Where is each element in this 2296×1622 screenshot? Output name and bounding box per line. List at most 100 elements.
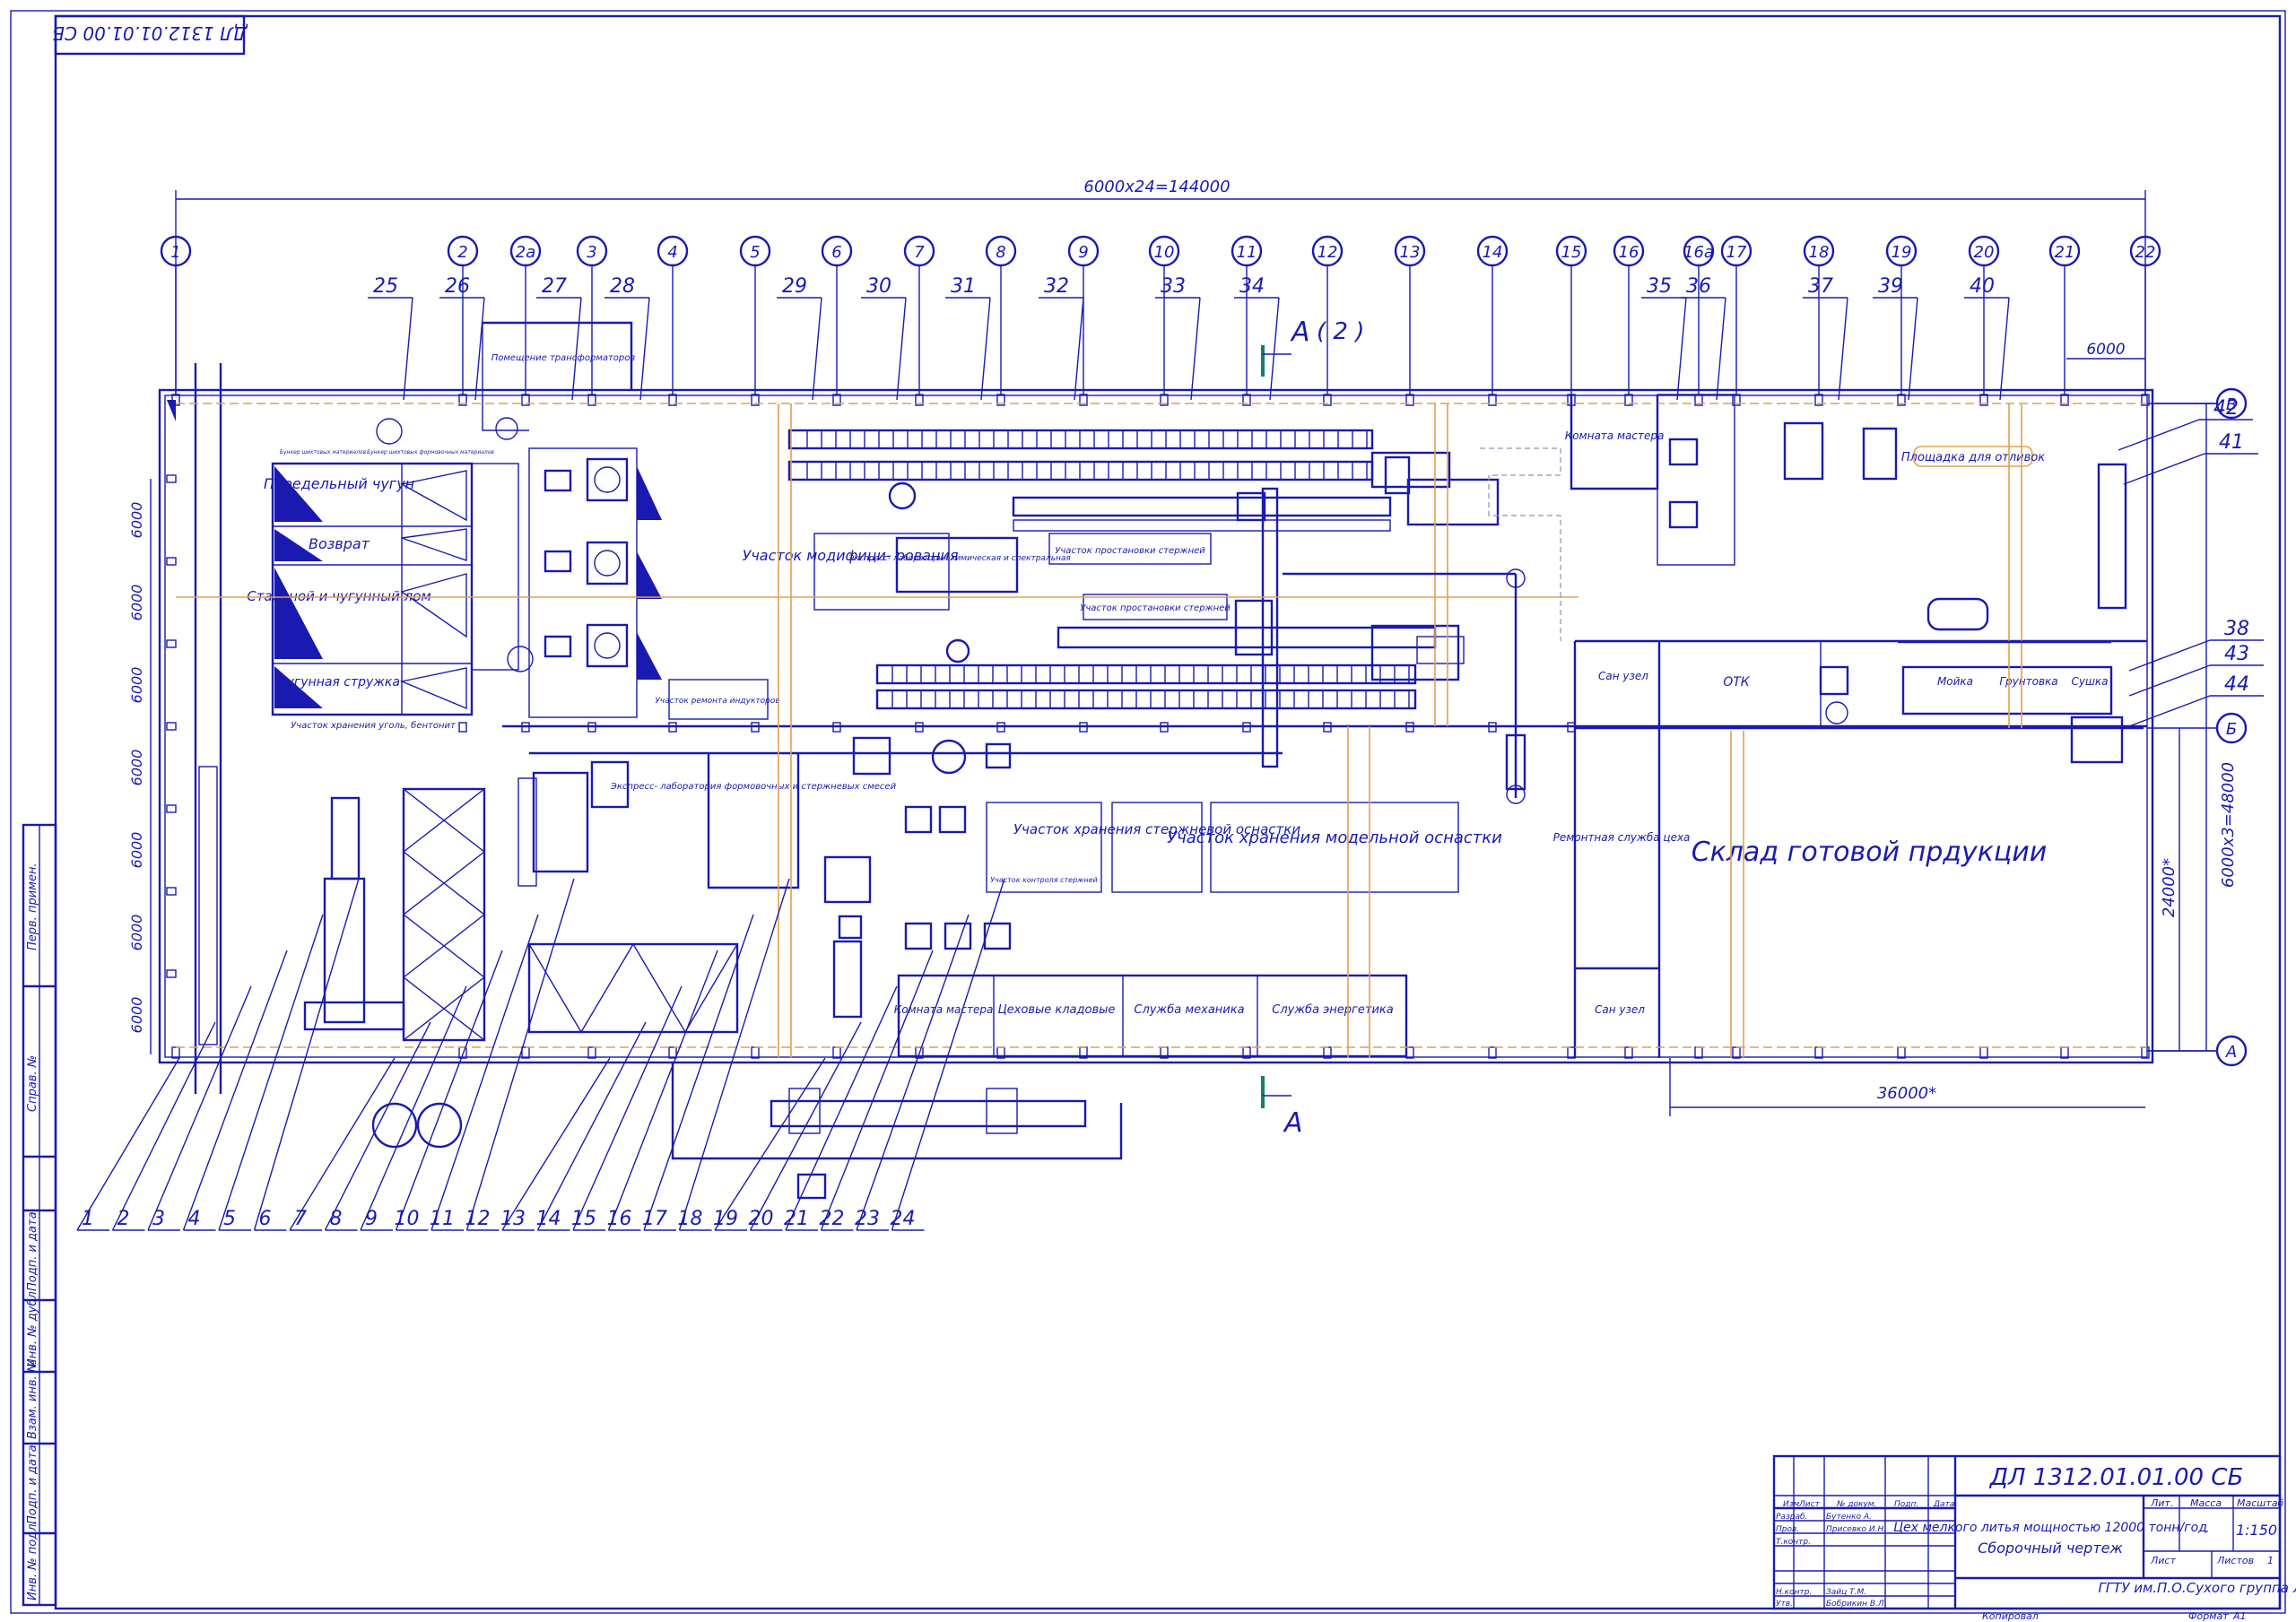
transformer-label: Помещение трансформаторов xyxy=(491,353,636,363)
axis-bubble: 2а xyxy=(509,235,542,395)
callout: 24 xyxy=(891,878,1005,1231)
callout: 29 xyxy=(777,275,822,401)
tb-copied: Копировал xyxy=(1982,1610,2039,1622)
tb-format-val: А1 xyxy=(2232,1610,2247,1622)
building-walls xyxy=(158,321,2154,1064)
axis-bubble: 12 xyxy=(1311,235,1344,395)
callout-number: 31 xyxy=(951,275,976,298)
axis-bubble: 3 xyxy=(576,235,608,395)
callout-number: 24 xyxy=(891,1208,916,1230)
axis-bubble: 16а xyxy=(1683,235,1715,395)
sidebar-label: Справ. № xyxy=(26,1055,39,1112)
axis-label: А xyxy=(2225,1043,2237,1062)
pattern-storage-label: Участок хранения модельной оснастки xyxy=(1167,828,1502,847)
callout: 13 xyxy=(500,1057,611,1231)
axis-bubble: 9 xyxy=(1067,235,1100,395)
repair-service-label: Ремонтная служба цеха xyxy=(1553,831,1691,844)
left-dim: 6000 xyxy=(128,997,145,1034)
callout: 30 xyxy=(861,275,907,401)
callout-number: 10 xyxy=(395,1208,420,1230)
dim-24000: 24000* xyxy=(2160,858,2179,917)
cut-sheet-ref: ( 2 ) xyxy=(1317,318,1364,345)
axis-bubble: 14 xyxy=(1476,235,1509,395)
tb-role: Пров. xyxy=(1776,1525,1799,1534)
sand-lab-label: Экспресс- лаборатория формовочных и стер… xyxy=(610,781,897,792)
tb-role: Разраб. xyxy=(1776,1513,1807,1522)
callout-number: 41 xyxy=(2219,431,2244,454)
callout-number: 5 xyxy=(223,1208,236,1230)
axis-label: 7 xyxy=(914,243,925,262)
callout: 1 xyxy=(76,1057,180,1231)
callout-number: 28 xyxy=(610,275,635,298)
tb-format: Формат xyxy=(2188,1610,2229,1622)
priming-label: Грунтовка xyxy=(1999,675,2057,688)
left-dimensions: 6000 6000 6000 6000 6000 6000 6000 xyxy=(128,479,152,1054)
san-label-2: Сан узел xyxy=(1595,1003,1645,1016)
callout-number: 3 xyxy=(152,1208,165,1230)
left-dim: 6000 xyxy=(128,585,145,621)
callout: 15 xyxy=(571,985,683,1231)
axis-bubble: 18 xyxy=(1803,235,1835,395)
bay-dim-text: 6000 xyxy=(2086,341,2125,359)
axis-bubble: 17 xyxy=(1720,235,1752,395)
axis-bubbles: 1 2 2а 3 4 5 6 7 8 9 10 11 12 13 14 15 16 16а 17 18 19 20 21 22… xyxy=(160,235,2248,1067)
axis-label: 4 xyxy=(667,243,677,262)
callout-number: 13 xyxy=(500,1208,526,1230)
axis-bubble: 13 xyxy=(1394,235,1426,395)
callout-number: 27 xyxy=(542,275,567,298)
callout-number: 35 xyxy=(1647,275,1672,298)
callout: 23 xyxy=(855,914,970,1231)
callout-number: 42 xyxy=(2213,397,2239,420)
axis-label: 8 xyxy=(996,243,1005,262)
callout: 35 xyxy=(1641,275,1687,401)
sidebar-label: Подп. и дата xyxy=(26,1211,39,1291)
axis-label: 12 xyxy=(1318,243,1338,262)
callout: 32 xyxy=(1039,275,1084,401)
dim-36000: 36000* xyxy=(1877,1084,1936,1103)
callout-number: 14 xyxy=(536,1208,561,1230)
tb-sheets: Листов xyxy=(2216,1555,2254,1566)
axis-bubble: 6 xyxy=(821,235,853,395)
tb-sheet: Лист xyxy=(2150,1555,2176,1566)
charge-bunkers: Передельный чугун Возврат Стальной и чуг… xyxy=(247,353,662,731)
callout-number: 11 xyxy=(430,1208,455,1230)
tb-role: Т.контр. xyxy=(1776,1538,1811,1547)
tb-name: Бутенко А. xyxy=(1826,1513,1872,1522)
callout: 34 xyxy=(1234,275,1280,401)
sidebar-label: Перв. примен. xyxy=(26,863,39,950)
callout: 14 xyxy=(536,1021,647,1231)
overall-dim-text: 6000х24=144000 xyxy=(1083,178,1230,196)
callout: 31 xyxy=(945,275,991,401)
tb-mass: Масса xyxy=(2190,1497,2222,1509)
corner-code-box: ДЛ 1312.01.01.00 СБ xyxy=(52,14,248,56)
axis-bubble: 7 xyxy=(903,235,935,395)
cut-label-bottom: А xyxy=(1283,1107,1303,1139)
storage-label-top-a: Бункер шихтовых материалов xyxy=(280,449,367,455)
core-setting-label-1: Участок простановки стержней xyxy=(1055,546,1205,556)
callout: 12 xyxy=(465,878,575,1231)
storage-label-scrap: Стальной и чугунный лом xyxy=(247,588,430,604)
callout: 21 xyxy=(784,985,898,1231)
axis-bubble: 4 xyxy=(657,235,689,395)
storerooms-label: Цеховые кладовые xyxy=(998,1003,1116,1017)
axis-bubble: 1 xyxy=(160,235,192,395)
axis-bubble-right: Б xyxy=(2147,712,2248,744)
axis-bubble: 21 xyxy=(2048,235,2081,395)
callout-number: 19 xyxy=(713,1208,738,1230)
callout: 27 xyxy=(536,275,582,401)
axis-label: 5 xyxy=(750,243,760,262)
axis-label: 13 xyxy=(1400,243,1421,262)
tb-scale-h: Масштаб xyxy=(2237,1497,2283,1509)
chem-lab-label: Экспресс- лаборатория химическая и спект… xyxy=(848,554,1071,563)
washing-label: Мойка xyxy=(1937,675,1973,688)
callout: 36 xyxy=(1681,275,1726,401)
tb-name: Присевко И.Н. xyxy=(1826,1525,1886,1534)
axis-label: 10 xyxy=(1154,243,1175,262)
otk-label: ОТК xyxy=(1723,675,1751,690)
tb-code: ДЛ 1312.01.01.00 СБ xyxy=(1989,1464,2244,1491)
warehouse-label: Склад готовой прдукции xyxy=(1692,837,2048,868)
axis-label: 9 xyxy=(1078,243,1088,262)
tb-scale: 1:150 xyxy=(2236,1522,2277,1539)
power-service-label: Служба энергетика xyxy=(1272,1003,1393,1017)
left-sidebar: Перв. примен. Справ. № Подп. и дата Инв.… xyxy=(22,823,57,1607)
